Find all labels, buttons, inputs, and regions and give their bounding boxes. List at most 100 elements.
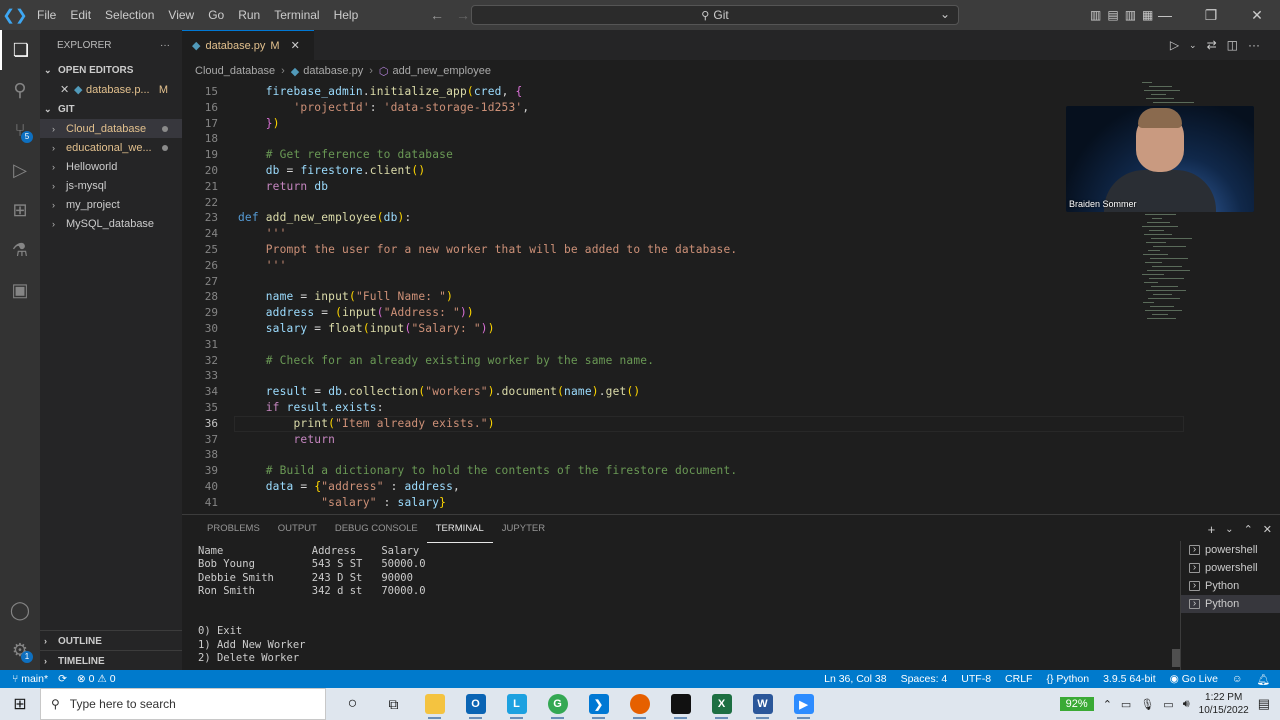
line-ending[interactable]: CRLF [1005, 673, 1032, 685]
code-line[interactable]: ''' [238, 259, 287, 272]
code-line[interactable]: def add_new_employee(db): [238, 211, 411, 224]
close-icon[interactable]: ✕ [1234, 0, 1280, 30]
code-line[interactable]: salary = float(input("Salary: ")) [238, 322, 495, 335]
sidebar-item-folder[interactable]: › my_project [40, 195, 182, 214]
open-editors-section[interactable]: ⌄ OPEN EDITORS [40, 60, 182, 80]
encoding[interactable]: UTF-8 [961, 673, 991, 685]
tab-problems[interactable]: PROBLEMS [198, 515, 269, 543]
split-editor-icon[interactable]: ◫ [1227, 38, 1238, 52]
tab-terminal[interactable]: TERMINAL [426, 515, 493, 543]
battery-indicator[interactable]: 92% [1059, 697, 1094, 711]
search-icon[interactable]: ⚲ [0, 70, 40, 110]
back-arrow-icon[interactable]: ← [430, 7, 444, 23]
microphone-icon[interactable]: 🎙︎ [1140, 698, 1154, 711]
branch-status[interactable]: ⑂ main* [12, 673, 48, 685]
code-line[interactable]: return db [238, 180, 328, 193]
code-line[interactable]: Prompt the user for a new worker that wi… [238, 243, 737, 256]
menu-go[interactable]: Go [201, 0, 231, 30]
timeline-section[interactable]: › TIMELINE [40, 651, 182, 671]
breadcrumb-symbol[interactable]: add_new_employee [392, 65, 490, 77]
terminal-instance[interactable]: › Python [1181, 595, 1280, 613]
code-line[interactable]: ''' [238, 227, 287, 240]
menu-help[interactable]: Help [327, 0, 366, 30]
menu-file[interactable]: File [30, 0, 63, 30]
code-line[interactable]: name = input("Full Name: ") [238, 290, 453, 303]
file-explorer-icon[interactable] [414, 688, 455, 720]
close-icon[interactable]: ✕ [291, 39, 300, 52]
sidebar-item-folder[interactable]: › Cloud_database [40, 119, 182, 138]
menu-view[interactable]: View [161, 0, 201, 30]
cortana-icon[interactable]: ○ [332, 688, 373, 720]
word-icon[interactable]: W [742, 688, 783, 720]
code-line[interactable]: return [238, 433, 335, 446]
menu-terminal[interactable]: Terminal [267, 0, 326, 30]
windows-start-icon[interactable]: ⊞ [0, 688, 40, 720]
taskbar-search[interactable]: ⚲ Type here to search [40, 688, 326, 720]
vscode-app-icon[interactable]: ❯ [578, 688, 619, 720]
toggle-sidebar-icon[interactable]: ▥ [1090, 8, 1101, 22]
code-line[interactable]: print("Item already exists.") [238, 417, 495, 430]
forward-arrow-icon[interactable]: → [456, 7, 470, 23]
notifications-icon[interactable]: 🔔︎ [1257, 673, 1270, 686]
terminal-scrollbar[interactable] [1172, 649, 1180, 667]
tab-output[interactable]: OUTPUT [269, 515, 326, 543]
close-icon[interactable]: ✕ [1263, 523, 1272, 536]
sidebar-item-folder[interactable]: › Helloworld [40, 157, 182, 176]
code-line[interactable]: firebase_admin.initialize_app(cred, { [238, 85, 522, 98]
terminal-instance[interactable]: › Python [1181, 577, 1280, 595]
python-interpreter[interactable]: 3.9.5 64-bit [1103, 673, 1156, 685]
language-mode[interactable]: {} Python [1046, 673, 1089, 685]
tab-database-py[interactable]: ◆ database.py M ✕ [182, 30, 314, 60]
code-line[interactable]: address = (input("Address: ")) [238, 306, 474, 319]
code-line[interactable]: 'projectId': 'data-storage-1d253', [238, 101, 529, 114]
feedback-icon[interactable]: ☺ [1232, 673, 1243, 685]
sidebar-item-folder[interactable]: › educational_we... [40, 138, 182, 157]
chevron-down-icon[interactable]: ⌄ [940, 7, 950, 21]
open-changes-icon[interactable]: ⇄ [1207, 38, 1217, 52]
menu-edit[interactable]: Edit [63, 0, 98, 30]
chevron-down-icon[interactable]: ⌄ [1225, 524, 1233, 535]
code-line[interactable]: }) [238, 117, 280, 130]
close-icon[interactable]: ✕ [60, 83, 74, 96]
tab-debug-console[interactable]: DEBUG CONSOLE [326, 515, 427, 543]
code-line[interactable]: result = db.collection("workers").docume… [238, 385, 640, 398]
menu-selection[interactable]: Selection [98, 0, 161, 30]
more-actions-icon[interactable]: ··· [1248, 38, 1260, 52]
excel-icon[interactable]: X [701, 688, 742, 720]
sidebar-item-folder[interactable]: › MySQL_database [40, 214, 182, 233]
zoom-icon[interactable]: ▶ [783, 688, 824, 720]
minimize-icon[interactable]: — [1142, 0, 1188, 30]
volume-icon[interactable]: 🔊︎ [1183, 698, 1190, 711]
account-icon[interactable]: ◯ [0, 590, 40, 630]
cursor-position[interactable]: Ln 36, Col 38 [824, 673, 886, 685]
explorer-icon[interactable]: ❏ [0, 30, 40, 70]
sidebar-item-folder[interactable]: › js-mysql [40, 176, 182, 195]
terminal-instance[interactable]: › powershell [1181, 559, 1280, 577]
extensions-icon[interactable]: ⊞ [0, 190, 40, 230]
go-live[interactable]: ◉ Go Live [1170, 673, 1218, 685]
outline-section[interactable]: › OUTLINE [40, 631, 182, 651]
code-line[interactable]: # Get reference to database [238, 148, 453, 161]
terminal-instance[interactable]: › powershell [1181, 541, 1280, 559]
code-line[interactable]: data = {"address" : address, [238, 480, 460, 493]
testing-icon[interactable]: ⚗ [0, 230, 40, 270]
new-terminal-icon[interactable]: + [1208, 522, 1216, 537]
code-line[interactable]: # Build a dictionary to hold the content… [238, 464, 737, 477]
sync-icon[interactable]: ⟳ [58, 673, 67, 685]
terminal-output[interactable]: Name Address Salary Bob Young 543 S ST 50… [198, 545, 1178, 671]
chrome-icon[interactable]: G [537, 688, 578, 720]
open-editor-item[interactable]: ✕ ◆ database.p... M [40, 80, 182, 99]
command-center[interactable]: ⚲ Git ⌄ [471, 5, 959, 25]
source-control-icon[interactable]: ⑂ 5 [0, 110, 40, 150]
more-actions-icon[interactable]: ··· [160, 40, 170, 51]
clock[interactable]: 1:22 PM 10/15/2022 [1199, 691, 1249, 717]
run-python-icon[interactable]: ▷ [1170, 38, 1179, 52]
problems-status[interactable]: ⊗ 0 ⚠ 0 [77, 673, 116, 685]
network-icon[interactable]: ▭ [1163, 698, 1173, 711]
remote-explorer-icon[interactable]: ▣ [0, 270, 40, 310]
git-folder-section[interactable]: ⌄ GIT [40, 99, 182, 119]
meet-now-icon[interactable]: ▭ [1121, 698, 1131, 711]
indentation[interactable]: Spaces: 4 [901, 673, 948, 685]
code-line[interactable]: if result.exists: [238, 401, 384, 414]
tab-jupyter[interactable]: JUPYTER [493, 515, 554, 543]
